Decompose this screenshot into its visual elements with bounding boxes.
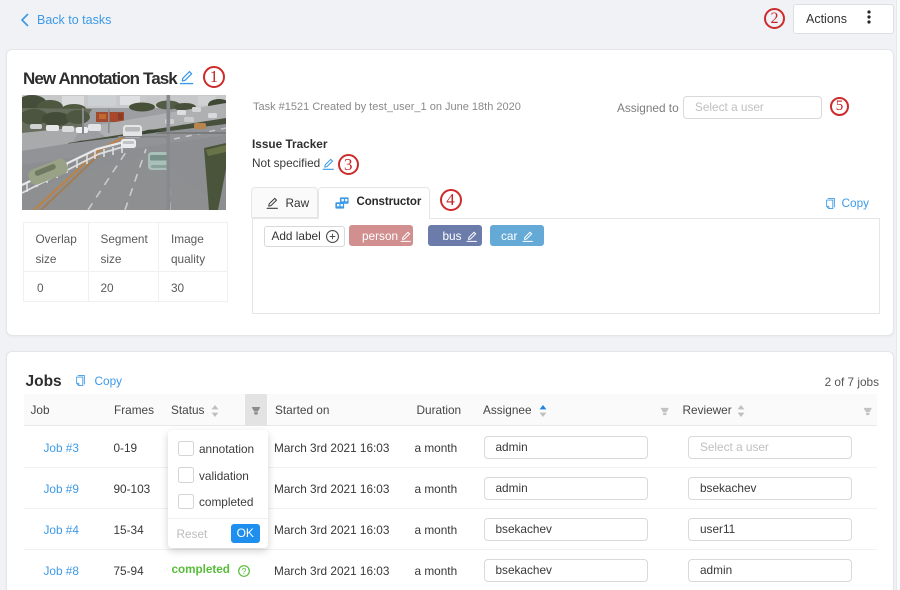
svg-text:?: ? xyxy=(241,566,246,576)
